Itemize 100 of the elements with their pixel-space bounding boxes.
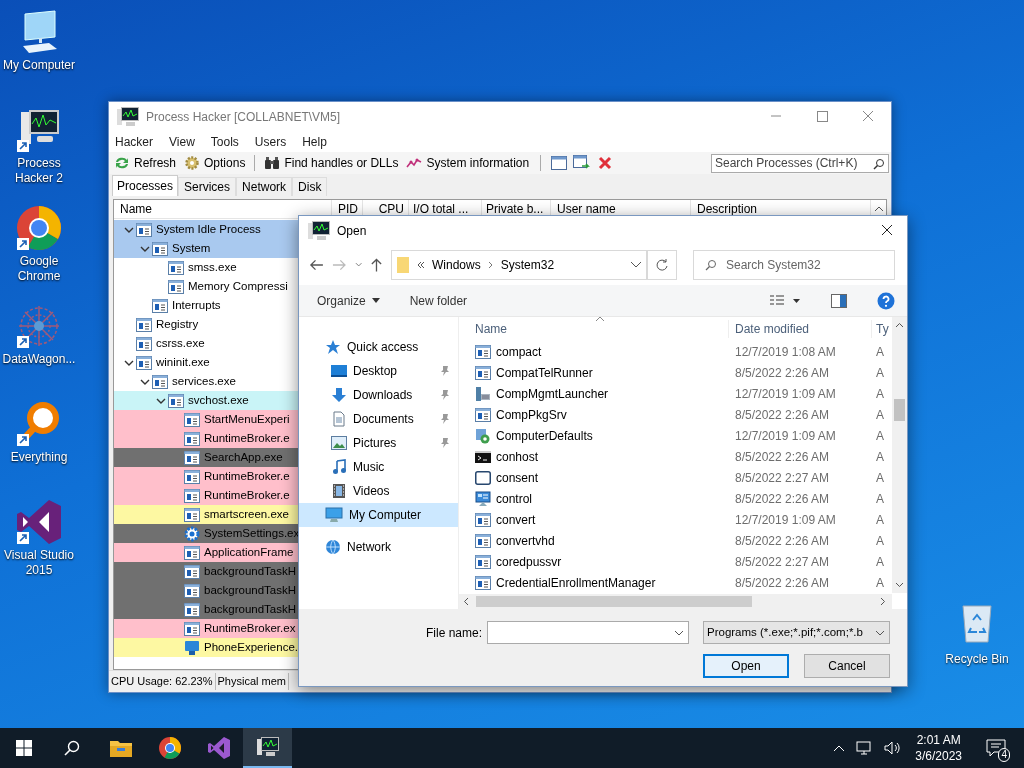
folder-icon[interactable] <box>108 738 133 758</box>
toolbar-button[interactable]: Options <box>183 154 247 172</box>
program-icon <box>184 450 200 465</box>
file-name[interactable]: CompPkgSrv <box>496 405 567 424</box>
menu-item[interactable]: Tools <box>210 132 239 151</box>
nav-item[interactable]: Documents <box>299 407 458 431</box>
chevron-up-icon[interactable] <box>833 744 846 752</box>
clock[interactable]: 2:01 AM 3/6/2023 <box>911 732 966 764</box>
taskbar-app[interactable] <box>243 728 292 768</box>
file-name[interactable]: CredentialEnrollmentManager <box>496 573 656 592</box>
file-name[interactable]: conhost <box>496 447 539 466</box>
file-name[interactable]: CompMgmtLauncher <box>496 384 609 403</box>
caret-icon[interactable] <box>354 262 363 268</box>
program-icon <box>184 507 200 522</box>
column-header[interactable]: Name <box>459 320 729 338</box>
desktop-icon-label[interactable]: Visual Studio 2015 <box>0 548 78 578</box>
view-options-icon[interactable] <box>769 293 801 308</box>
search-icon[interactable] <box>64 740 80 756</box>
breadcrumb[interactable]: Windows <box>432 256 481 274</box>
file-name[interactable]: convert <box>496 510 536 529</box>
visual-studio-icon[interactable] <box>206 736 231 760</box>
menu-item[interactable]: View <box>169 132 195 151</box>
file-name[interactable]: control <box>496 489 533 508</box>
process-name: services.exe <box>172 373 236 389</box>
horizontal-scrollbar[interactable] <box>459 594 892 609</box>
help-icon[interactable] <box>877 291 895 310</box>
close-icon[interactable] <box>597 155 614 171</box>
window-arrow-icon[interactable] <box>573 155 592 171</box>
notification-icon[interactable] <box>986 739 1006 757</box>
program-icon <box>475 575 491 590</box>
date-modified: 8/5/2022 2:26 AM <box>734 448 831 466</box>
desktop-icon-label[interactable]: Google Chrome <box>0 254 78 284</box>
file-type: A <box>875 385 884 403</box>
preview-pane-icon[interactable] <box>831 293 847 308</box>
file-name[interactable]: compact <box>496 342 542 361</box>
chrome-icon[interactable] <box>157 736 182 760</box>
program-icon <box>184 564 200 579</box>
menu-item[interactable]: Help <box>302 132 327 151</box>
breadcrumb[interactable]: System32 <box>500 256 555 274</box>
menu-item[interactable]: Users <box>254 132 287 151</box>
nav-item[interactable]: Videos <box>299 479 458 503</box>
toolbar-button[interactable]: New folder <box>409 291 468 310</box>
tab[interactable]: Disk <box>292 177 328 196</box>
nav-item[interactable]: Downloads <box>299 383 458 407</box>
toolbar-button[interactable]: System information <box>405 154 531 172</box>
refresh-icon <box>655 258 670 272</box>
monitor-icon[interactable] <box>116 105 140 128</box>
search-field[interactable]: Search System32 <box>693 250 895 280</box>
toolbar-button[interactable]: Refresh <box>113 154 178 172</box>
toolbar-button[interactable]: Organize <box>317 291 380 310</box>
nav-item[interactable]: Pictures <box>299 431 458 455</box>
nav-item[interactable]: Desktop <box>299 359 458 383</box>
program-icon <box>184 488 200 503</box>
file-name[interactable]: convertvhd <box>496 531 555 550</box>
file-type: A <box>875 574 884 592</box>
process-name: csrss.exe <box>156 335 205 351</box>
nav-item[interactable]: Music <box>299 455 458 479</box>
file-name[interactable]: CompatTelRunner <box>496 363 593 382</box>
desktop-icon-label[interactable]: Recycle Bin <box>945 650 1009 668</box>
dialog-button[interactable]: Cancel <box>804 654 890 678</box>
address-bar[interactable]: Windows System32 <box>391 250 648 280</box>
file-type: A <box>875 469 884 487</box>
date-modified: 12/7/2019 1:09 AM <box>734 385 837 403</box>
desktop-icon-label[interactable]: DataWagon... <box>0 352 78 367</box>
file-type-dropdown[interactable]: Programs (*.exe;*.pif;*.com;*.b <box>703 621 890 644</box>
monitor-icon[interactable] <box>255 736 280 758</box>
file-name[interactable]: consent <box>496 468 539 487</box>
window-icon[interactable] <box>551 156 568 170</box>
network-icon[interactable] <box>855 740 874 756</box>
toolbar-button[interactable]: Find handles or DLLs <box>263 154 400 172</box>
tab[interactable]: Services <box>178 177 237 196</box>
tab[interactable]: Network <box>236 177 293 196</box>
up-arrow-icon[interactable] <box>370 257 384 273</box>
tab[interactable]: Processes <box>112 175 179 196</box>
file-type: A <box>875 553 884 571</box>
desktop-icon-label[interactable]: My Computer <box>0 58 78 73</box>
file-name[interactable]: coredpussvr <box>496 552 562 571</box>
column-header[interactable]: Ty <box>872 320 889 338</box>
menu-item[interactable]: Hacker <box>115 132 153 151</box>
file-name[interactable]: ComputerDefaults <box>496 426 593 445</box>
desktop-icon-label[interactable]: Process Hacker 2 <box>0 156 78 186</box>
search-field[interactable]: Search Processes (Ctrl+K) <box>711 153 889 173</box>
nav-item[interactable]: My Computer <box>299 503 458 527</box>
window-title: Process Hacker [COLLABNET\VM5] <box>146 108 341 126</box>
column-header[interactable]: Date modified <box>729 320 872 338</box>
nav-item[interactable]: Network <box>299 535 458 559</box>
back-arrow-icon[interactable] <box>309 258 324 272</box>
process-name: RuntimeBroker.e <box>204 430 290 446</box>
nav-item[interactable]: Quick access <box>299 335 458 359</box>
vertical-scrollbar[interactable] <box>892 317 907 593</box>
refresh-button[interactable] <box>647 250 677 280</box>
monitor-icon[interactable] <box>307 219 331 242</box>
volume-icon[interactable] <box>883 740 902 756</box>
status-text: Physical mem <box>215 673 289 690</box>
settings-icon <box>475 427 491 444</box>
dialog-button[interactable]: Open <box>703 654 789 678</box>
desktop-icon-label[interactable]: Everything <box>0 450 78 465</box>
process-name: backgroundTaskH <box>204 601 297 617</box>
file-name-field[interactable] <box>487 621 689 644</box>
file-type: A <box>875 511 884 529</box>
